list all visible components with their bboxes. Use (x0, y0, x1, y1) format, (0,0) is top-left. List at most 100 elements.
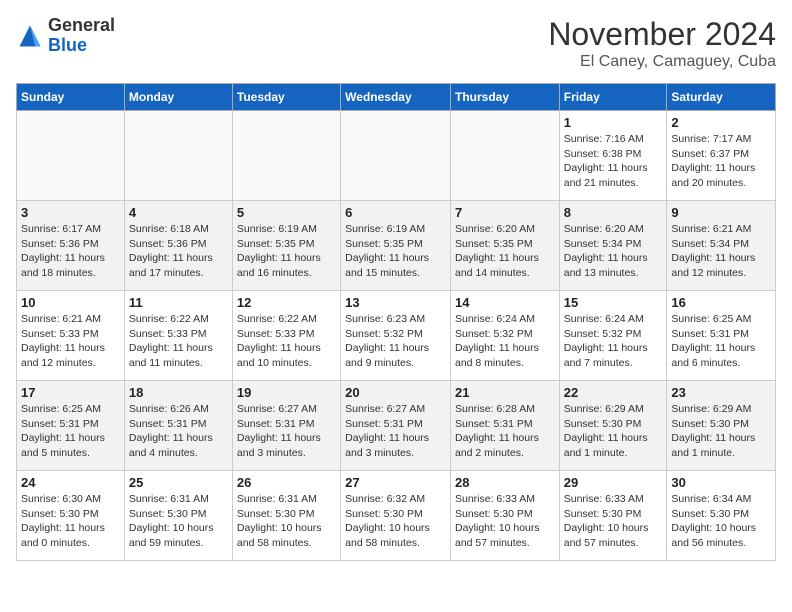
day-info: Sunrise: 6:22 AM Sunset: 5:33 PM Dayligh… (129, 312, 228, 371)
day-number: 24 (21, 475, 120, 490)
day-number: 11 (129, 295, 228, 310)
calendar-cell (450, 111, 559, 201)
weekday-header-saturday: Saturday (667, 84, 776, 111)
weekday-header-sunday: Sunday (17, 84, 125, 111)
day-number: 26 (237, 475, 336, 490)
day-info: Sunrise: 6:29 AM Sunset: 5:30 PM Dayligh… (564, 402, 663, 461)
day-info: Sunrise: 6:33 AM Sunset: 5:30 PM Dayligh… (564, 492, 663, 551)
week-row-1: 1 Sunrise: 7:16 AM Sunset: 6:38 PM Daylig… (17, 111, 776, 201)
day-number: 16 (671, 295, 771, 310)
day-number: 9 (671, 205, 771, 220)
logo-text: General Blue (48, 16, 115, 56)
calendar-cell (17, 111, 125, 201)
calendar-cell: 29Sunrise: 6:33 AM Sunset: 5:30 PM Dayli… (559, 471, 667, 561)
day-info: Sunrise: 6:24 AM Sunset: 5:32 PM Dayligh… (564, 312, 663, 371)
day-info: Sunrise: 6:32 AM Sunset: 5:30 PM Dayligh… (345, 492, 446, 551)
calendar-cell: 28 Sunrise: 6:33 AM Sunset: 5:30 PM Dayli… (450, 471, 559, 561)
day-info: Sunrise: 6:24 AM Sunset: 5:32 PM Dayligh… (455, 312, 555, 371)
calendar-cell: 23 Sunrise: 6:29 AM Sunset: 5:30 PM Dayli… (667, 381, 776, 471)
day-info: Sunrise: 6:23 AM Sunset: 5:32 PM Dayligh… (345, 312, 446, 371)
day-number: 27 (345, 475, 446, 490)
calendar-cell: 22 Sunrise: 6:29 AM Sunset: 5:30 PM Dayli… (559, 381, 667, 471)
calendar-cell: 9 Sunrise: 6:21 AM Sunset: 5:34 PM Daylig… (667, 201, 776, 291)
day-number: 17 (21, 385, 120, 400)
day-info: Sunrise: 6:21 AM Sunset: 5:33 PM Dayligh… (21, 312, 120, 371)
calendar-cell: 21Sunrise: 6:28 AM Sunset: 5:31 PM Dayli… (450, 381, 559, 471)
calendar-cell: 11 Sunrise: 6:22 AM Sunset: 5:33 PM Dayli… (124, 291, 232, 381)
day-info: Sunrise: 6:26 AM Sunset: 5:31 PM Dayligh… (129, 402, 228, 461)
day-info: Sunrise: 7:16 AM Sunset: 6:38 PM Dayligh… (564, 132, 663, 191)
weekday-header-tuesday: Tuesday (232, 84, 340, 111)
calendar-cell: 25 Sunrise: 6:31 AM Sunset: 5:30 PM Dayli… (124, 471, 232, 561)
day-number: 15 (564, 295, 663, 310)
logo-icon (16, 22, 44, 50)
calendar-cell: 5 Sunrise: 6:19 AM Sunset: 5:35 PM Daylig… (232, 201, 340, 291)
calendar-cell: 14 Sunrise: 6:24 AM Sunset: 5:32 PM Dayli… (450, 291, 559, 381)
day-number: 12 (237, 295, 336, 310)
calendar-cell: 4 Sunrise: 6:18 AM Sunset: 5:36 PM Daylig… (124, 201, 232, 291)
day-number: 8 (564, 205, 663, 220)
weekday-header-friday: Friday (559, 84, 667, 111)
weekday-header-row: SundayMondayTuesdayWednesdayThursdayFrid… (17, 84, 776, 111)
day-info: Sunrise: 6:17 AM Sunset: 5:36 PM Dayligh… (21, 222, 120, 281)
calendar-cell: 1 Sunrise: 7:16 AM Sunset: 6:38 PM Daylig… (559, 111, 667, 201)
day-number: 3 (21, 205, 120, 220)
day-info: Sunrise: 6:30 AM Sunset: 5:30 PM Dayligh… (21, 492, 120, 551)
calendar-cell: 30 Sunrise: 6:34 AM Sunset: 5:30 PM Dayli… (667, 471, 776, 561)
weekday-header-thursday: Thursday (450, 84, 559, 111)
day-number: 20 (345, 385, 446, 400)
day-info: Sunrise: 6:33 AM Sunset: 5:30 PM Dayligh… (455, 492, 555, 551)
logo-general: General (48, 15, 115, 35)
day-number: 2 (671, 115, 771, 130)
logo-blue: Blue (48, 35, 87, 55)
day-number: 6 (345, 205, 446, 220)
day-number: 22 (564, 385, 663, 400)
day-info: Sunrise: 7:17 AM Sunset: 6:37 PM Dayligh… (671, 132, 771, 191)
day-number: 4 (129, 205, 228, 220)
calendar-cell (341, 111, 451, 201)
week-row-3: 10Sunrise: 6:21 AM Sunset: 5:33 PM Dayli… (17, 291, 776, 381)
week-row-2: 3 Sunrise: 6:17 AM Sunset: 5:36 PM Daylig… (17, 201, 776, 291)
weekday-header-wednesday: Wednesday (341, 84, 451, 111)
title-area: November 2024 El Caney, Camaguey, Cuba (548, 16, 776, 71)
calendar-cell: 12 Sunrise: 6:22 AM Sunset: 5:33 PM Dayli… (232, 291, 340, 381)
day-info: Sunrise: 6:22 AM Sunset: 5:33 PM Dayligh… (237, 312, 336, 371)
day-info: Sunrise: 6:31 AM Sunset: 5:30 PM Dayligh… (237, 492, 336, 551)
calendar-cell: 19Sunrise: 6:27 AM Sunset: 5:31 PM Dayli… (232, 381, 340, 471)
day-number: 21 (455, 385, 555, 400)
day-number: 5 (237, 205, 336, 220)
logo: General Blue (16, 16, 115, 56)
day-number: 23 (671, 385, 771, 400)
day-info: Sunrise: 6:18 AM Sunset: 5:36 PM Dayligh… (129, 222, 228, 281)
day-info: Sunrise: 6:25 AM Sunset: 5:31 PM Dayligh… (671, 312, 771, 371)
day-number: 28 (455, 475, 555, 490)
day-info: Sunrise: 6:27 AM Sunset: 5:31 PM Dayligh… (237, 402, 336, 461)
day-info: Sunrise: 6:21 AM Sunset: 5:34 PM Dayligh… (671, 222, 771, 281)
day-info: Sunrise: 6:29 AM Sunset: 5:30 PM Dayligh… (671, 402, 771, 461)
location-subtitle: El Caney, Camaguey, Cuba (548, 53, 776, 71)
day-info: Sunrise: 6:20 AM Sunset: 5:34 PM Dayligh… (564, 222, 663, 281)
calendar-cell: 18Sunrise: 6:26 AM Sunset: 5:31 PM Dayli… (124, 381, 232, 471)
day-number: 1 (564, 115, 663, 130)
calendar-table: SundayMondayTuesdayWednesdayThursdayFrid… (16, 83, 776, 561)
day-number: 14 (455, 295, 555, 310)
day-info: Sunrise: 6:19 AM Sunset: 5:35 PM Dayligh… (237, 222, 336, 281)
calendar-cell: 8 Sunrise: 6:20 AM Sunset: 5:34 PM Daylig… (559, 201, 667, 291)
calendar-cell (232, 111, 340, 201)
calendar-cell: 26 Sunrise: 6:31 AM Sunset: 5:30 PM Dayli… (232, 471, 340, 561)
calendar-cell: 6 Sunrise: 6:19 AM Sunset: 5:35 PM Daylig… (341, 201, 451, 291)
month-title: November 2024 (548, 16, 776, 53)
calendar-cell: 17 Sunrise: 6:25 AM Sunset: 5:31 PM Dayli… (17, 381, 125, 471)
day-info: Sunrise: 6:27 AM Sunset: 5:31 PM Dayligh… (345, 402, 446, 461)
day-number: 30 (671, 475, 771, 490)
day-info: Sunrise: 6:31 AM Sunset: 5:30 PM Dayligh… (129, 492, 228, 551)
day-number: 25 (129, 475, 228, 490)
page-header: General Blue November 2024 El Caney, Cam… (16, 16, 776, 71)
day-info: Sunrise: 6:25 AM Sunset: 5:31 PM Dayligh… (21, 402, 120, 461)
week-row-4: 17 Sunrise: 6:25 AM Sunset: 5:31 PM Dayli… (17, 381, 776, 471)
day-info: Sunrise: 6:19 AM Sunset: 5:35 PM Dayligh… (345, 222, 446, 281)
calendar-cell: 3 Sunrise: 6:17 AM Sunset: 5:36 PM Daylig… (17, 201, 125, 291)
calendar-cell: 24 Sunrise: 6:30 AM Sunset: 5:30 PM Dayli… (17, 471, 125, 561)
day-info: Sunrise: 6:20 AM Sunset: 5:35 PM Dayligh… (455, 222, 555, 281)
day-info: Sunrise: 6:34 AM Sunset: 5:30 PM Dayligh… (671, 492, 771, 551)
